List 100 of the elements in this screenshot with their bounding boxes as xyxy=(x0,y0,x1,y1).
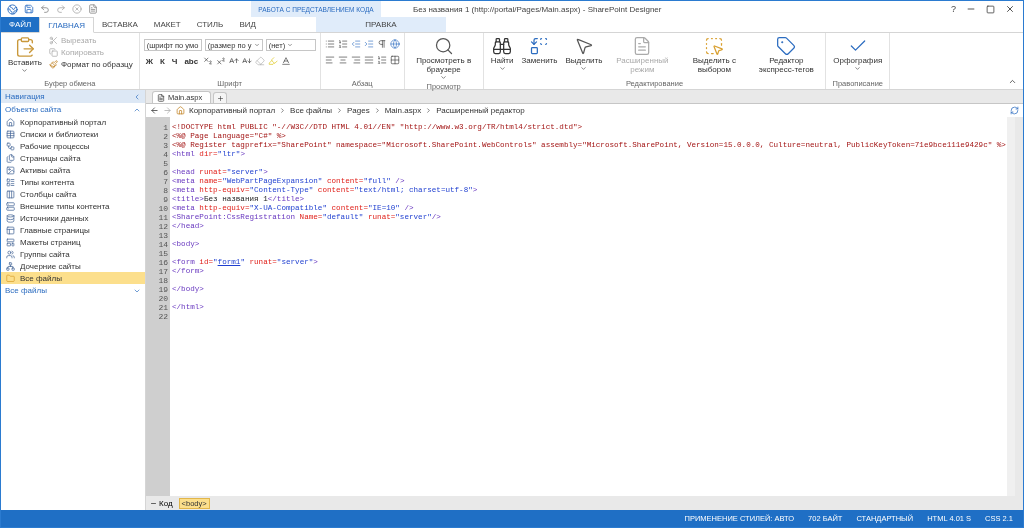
nav-item[interactable]: Все файлы xyxy=(1,272,145,284)
paste-button[interactable]: Вставить xyxy=(5,35,45,75)
justify-icon[interactable] xyxy=(363,55,374,65)
subscript-icon[interactable] xyxy=(203,56,214,66)
binoculars-icon xyxy=(492,36,513,56)
ribbon-button[interactable]: Редактор экспресс-тегов xyxy=(751,35,822,75)
format-button[interactable]: Ч xyxy=(169,56,180,66)
ribbon-button[interactable]: Орфография xyxy=(830,35,886,73)
nav-item[interactable]: Дочерние сайты xyxy=(1,260,145,272)
panel-title: Навигация xyxy=(5,92,45,101)
selection-icon xyxy=(704,36,725,56)
line-number: 21 xyxy=(157,303,169,312)
align-left-icon[interactable] xyxy=(324,55,335,65)
collapse-ribbon-icon[interactable] xyxy=(1008,77,1017,86)
nav-item[interactable]: Списки и библиотеки xyxy=(1,128,145,140)
line-number: 10 xyxy=(157,204,169,213)
line-number: 7 xyxy=(162,177,169,186)
format-button[interactable]: К xyxy=(157,56,167,66)
pilcrow-icon[interactable] xyxy=(376,39,387,49)
list-layout-icon xyxy=(6,177,15,187)
maximize-icon[interactable] xyxy=(986,4,995,14)
line-number: 6 xyxy=(162,168,169,177)
line-spacing-icon[interactable] xyxy=(376,55,387,65)
code-view-button[interactable]: Код xyxy=(150,498,173,508)
align-right-icon[interactable] xyxy=(350,55,361,65)
window-title: Без названия 1 (http://portal/Pages/Main.aspx) - SharePoint Designer xyxy=(412,4,663,14)
caret-icon xyxy=(287,42,294,48)
nav-item[interactable]: Типы контента xyxy=(1,176,145,188)
help-button[interactable]: ? xyxy=(951,4,956,14)
nav-item[interactable]: Рабочие процессы xyxy=(1,140,145,152)
ribbon-button[interactable]: Выделить с выбором xyxy=(679,35,750,75)
line-number: 12 xyxy=(157,222,169,231)
forward-icon[interactable] xyxy=(163,106,172,115)
borders-icon[interactable] xyxy=(389,55,400,65)
nav-item[interactable]: Главные страницы xyxy=(1,224,145,236)
nav-item[interactable]: Активы сайта xyxy=(1,164,145,176)
ribbon-tab[interactable]: ВСТАВКА xyxy=(93,17,146,32)
magnifier-icon xyxy=(433,36,454,56)
separator-icon xyxy=(279,107,287,114)
nav-item[interactable]: Корпоративный портал xyxy=(1,116,145,128)
redo-icon[interactable] xyxy=(56,4,66,14)
line-number: 5 xyxy=(162,159,169,168)
ribbon-button[interactable]: Формат по образцу xyxy=(46,59,135,70)
house-icon xyxy=(6,117,15,127)
breadcrumb-item[interactable]: Расширенный редактор xyxy=(436,106,525,115)
ribbon-tab[interactable]: СТИЛЬ xyxy=(188,17,232,32)
bullets-icon[interactable] xyxy=(324,39,335,49)
outdent-icon[interactable] xyxy=(350,39,361,49)
copy-icon xyxy=(48,48,58,57)
line-number: 9 xyxy=(162,195,169,204)
ribbon-button[interactable]: Найти xyxy=(487,35,517,73)
nav-item[interactable]: Столбцы сайта xyxy=(1,188,145,200)
globe-icon[interactable] xyxy=(389,39,400,49)
collapse-icon[interactable] xyxy=(133,92,141,101)
app-icon xyxy=(7,3,18,15)
format-button[interactable]: abc xyxy=(182,56,201,66)
close-icon[interactable] xyxy=(1005,4,1015,14)
breadcrumb-item[interactable]: Main.aspx xyxy=(384,106,422,115)
nav-section[interactable]: Объекты сайта xyxy=(1,103,145,116)
line-number: 17 xyxy=(157,267,169,276)
replace-icon xyxy=(529,36,550,56)
separator-icon xyxy=(336,107,343,114)
ribbon-tab[interactable]: МАКЕТ xyxy=(145,17,189,32)
breadcrumb-item[interactable]: Все файлы xyxy=(290,106,332,115)
nav-item[interactable]: Группы сайта xyxy=(1,248,145,260)
nav-item[interactable]: Макеты страниц xyxy=(1,236,145,248)
refresh-icon[interactable] xyxy=(1010,106,1019,115)
ribbon-button[interactable]: Выделить xyxy=(562,35,606,73)
breadcrumb-item[interactable]: Pages xyxy=(347,106,370,115)
superscript-icon[interactable] xyxy=(216,56,227,66)
page-icon[interactable] xyxy=(88,4,98,14)
ribbon-tab[interactable]: ВИД xyxy=(231,17,264,32)
line-number: 13 xyxy=(157,231,169,240)
ribbon-tab[interactable]: ГЛАВНАЯ xyxy=(39,17,94,33)
plus-icon xyxy=(216,94,224,102)
line-number: 22 xyxy=(157,312,169,321)
undo-icon[interactable] xyxy=(40,4,50,14)
nav-item[interactable]: Страницы сайта xyxy=(1,152,145,164)
shrink-font-icon[interactable] xyxy=(242,56,253,66)
back-icon[interactable] xyxy=(150,106,159,115)
nav-item[interactable]: Внешние типы контента xyxy=(1,200,145,212)
ribbon-button[interactable]: Просмотреть в браузере xyxy=(408,35,479,82)
ribbon-tab[interactable]: ФАЙЛ xyxy=(1,17,40,32)
nav-section[interactable]: Все файлы xyxy=(1,284,145,297)
nav-item[interactable]: Источники данных xyxy=(1,212,145,224)
ribbon-button[interactable]: Заменить xyxy=(518,35,561,66)
font-color-icon[interactable] xyxy=(281,56,292,66)
stop-icon[interactable] xyxy=(72,4,82,14)
folder-icon xyxy=(6,273,15,283)
brush-icon xyxy=(48,60,58,69)
align-center-icon[interactable] xyxy=(337,55,348,65)
line-number: 15 xyxy=(157,249,169,258)
ribbon-tab[interactable]: ПРАВКА xyxy=(315,17,446,32)
format-button[interactable]: Ж xyxy=(143,56,155,66)
indent-icon[interactable] xyxy=(363,39,374,49)
save-icon[interactable] xyxy=(24,4,34,14)
new-tab-button[interactable] xyxy=(213,92,228,103)
breadcrumb-item[interactable]: Корпоративный портал xyxy=(189,106,276,115)
grow-font-icon[interactable] xyxy=(229,56,240,66)
numbering-icon[interactable] xyxy=(337,39,348,49)
